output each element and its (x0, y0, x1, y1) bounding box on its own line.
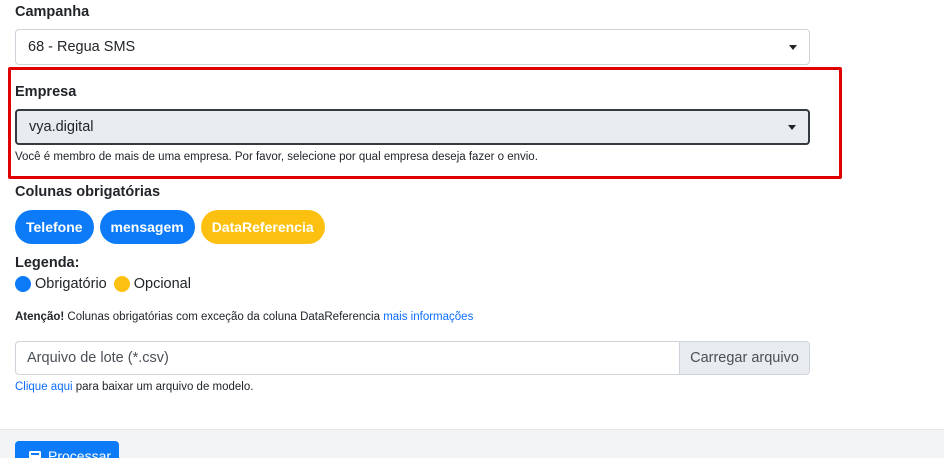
legend: Obrigatório Opcional (15, 276, 198, 292)
column-pill-mensagem: mensagem (99, 210, 195, 244)
processar-button[interactable]: Processar (15, 441, 119, 458)
blue-dot-icon (15, 276, 31, 292)
legend-item-opcional: Opcional (113, 276, 191, 292)
clique-aqui-link[interactable]: Clique aqui (15, 381, 73, 393)
yellow-dot-icon (113, 276, 130, 292)
atencao-text: Colunas obrigatórias com exceção da colu… (64, 311, 384, 323)
legend-label-obrigatorio: Obrigatório (35, 276, 107, 292)
column-pill-telefone: Telefone (15, 210, 94, 244)
modelo-help-text: para baixar um arquivo de modelo. (72, 381, 254, 393)
campanha-label: Campanha (15, 4, 90, 20)
file-upload-icon (29, 451, 41, 458)
atencao-strong: Atenção! (15, 311, 65, 323)
atencao-note: Atenção! Colunas obrigatórias com exceçã… (15, 311, 473, 323)
file-input[interactable]: Arquivo de lote (*.csv) (16, 342, 679, 374)
legenda-label: Legenda: (15, 255, 80, 271)
chevron-down-icon (788, 125, 796, 130)
legend-label-opcional: Opcional (133, 276, 191, 292)
column-pill-datareferencia: DataReferencia (200, 210, 325, 244)
empresa-label: Empresa (15, 84, 77, 100)
empresa-help-text: Você é membro de mais de uma empresa. Po… (15, 151, 538, 163)
modelo-help: Clique aqui para baixar um arquivo de mo… (15, 381, 253, 393)
campanha-selected-value: 68 - Regua SMS (28, 39, 136, 55)
processar-label: Processar (48, 448, 112, 458)
empresa-select[interactable]: vya.digital (15, 109, 810, 145)
file-upload-group: Arquivo de lote (*.csv) Carregar arquivo (15, 341, 810, 375)
footer-band (0, 429, 944, 458)
empresa-selected-value: vya.digital (29, 119, 94, 135)
campanha-select[interactable]: 68 - Regua SMS (15, 29, 810, 65)
legend-item-obrigatorio: Obrigatório (15, 276, 107, 292)
chevron-down-icon (789, 45, 797, 50)
carregar-arquivo-button[interactable]: Carregar arquivo (679, 342, 809, 374)
mais-informacoes-link[interactable]: mais informações (383, 311, 473, 323)
colunas-label: Colunas obrigatórias (15, 184, 161, 200)
colunas-pills: Telefone mensagem DataReferencia (15, 210, 325, 244)
